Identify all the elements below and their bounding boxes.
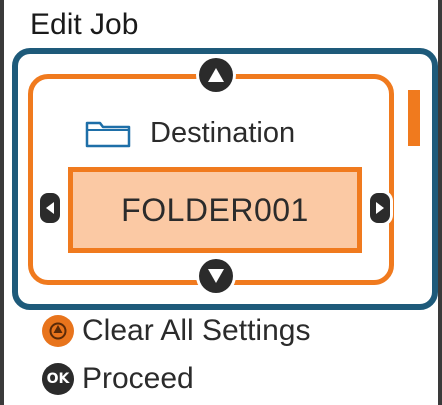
triangle-down-icon xyxy=(208,269,224,283)
destination-value: FOLDER001 xyxy=(121,191,309,228)
folder-icon xyxy=(85,121,131,148)
scroll-indicator xyxy=(408,90,420,146)
right-arrow-button[interactable] xyxy=(370,193,390,223)
proceed-label: Proceed xyxy=(82,362,194,395)
printer-panel-screen: Edit Job Destination FOLDER001 Clear All… xyxy=(0,0,442,405)
triangle-up-icon xyxy=(208,68,224,82)
clear-all-settings-label: Clear All Settings xyxy=(82,314,311,347)
triangle-right-icon xyxy=(376,202,384,214)
down-arrow-button[interactable] xyxy=(199,259,233,293)
ok-icon-text: OK xyxy=(46,371,70,387)
up-arrow-button[interactable] xyxy=(199,58,233,92)
reset-icon xyxy=(42,315,74,347)
clear-all-settings-action[interactable]: Clear All Settings xyxy=(42,312,310,350)
proceed-action[interactable]: OK Proceed xyxy=(42,360,194,398)
page-title: Edit Job xyxy=(30,8,139,41)
triangle-left-icon xyxy=(46,202,54,214)
ok-icon: OK xyxy=(42,363,74,395)
destination-row: Destination xyxy=(84,113,295,153)
destination-value-field[interactable]: FOLDER001 xyxy=(68,167,362,253)
destination-label: Destination xyxy=(150,116,296,149)
left-arrow-button[interactable] xyxy=(40,193,60,223)
